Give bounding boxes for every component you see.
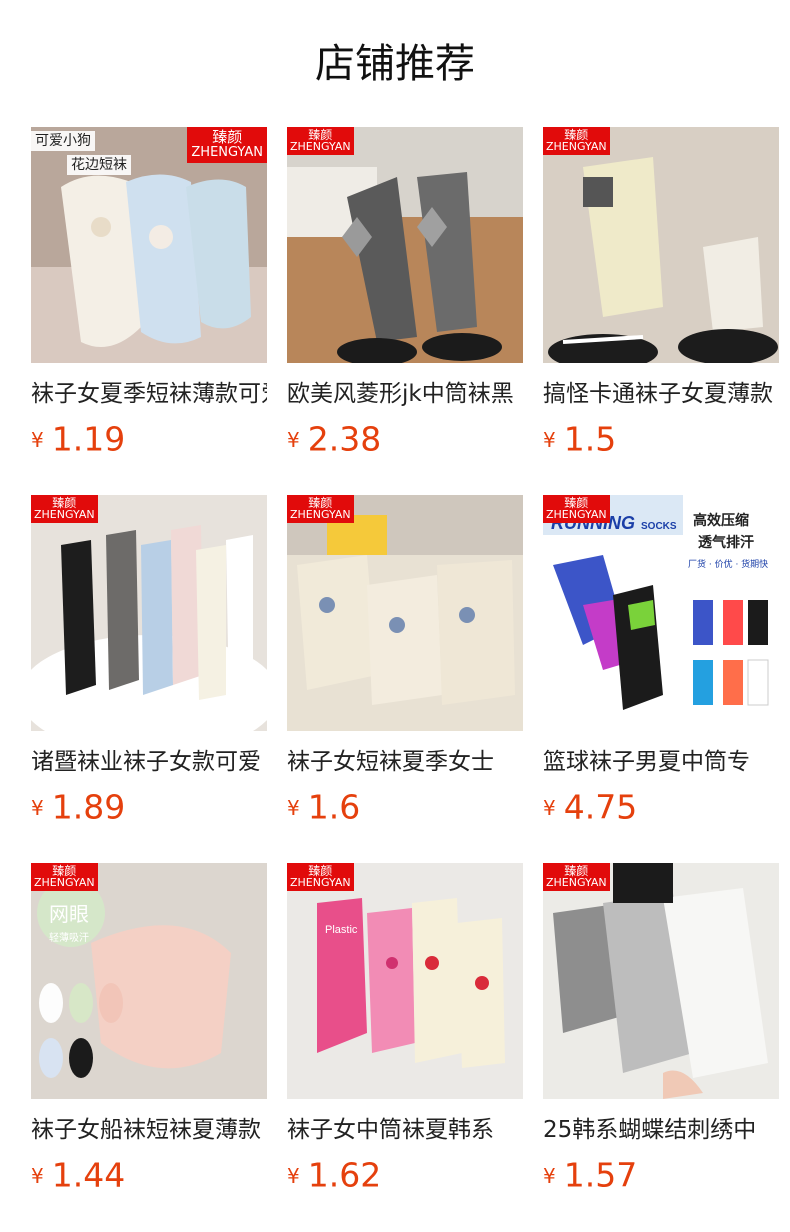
currency-symbol: ¥ (287, 795, 300, 820)
mesh-sub-text: 轻薄吸汗 (49, 931, 89, 944)
product-title[interactable]: 25韩系蝴蝶结刺绣中 (543, 1115, 779, 1145)
product-image[interactable]: 臻颜 ZHENGYAN (287, 127, 523, 363)
currency-symbol: ¥ (287, 427, 300, 452)
product-image[interactable]: 臻颜 ZHENGYAN (31, 495, 267, 731)
product-price: ¥2.38 (287, 419, 382, 459)
currency-symbol: ¥ (287, 1163, 300, 1188)
currency-symbol: ¥ (543, 1163, 556, 1188)
page-title: 店铺推荐 (315, 41, 475, 87)
currency-symbol: ¥ (543, 427, 556, 452)
product-title[interactable]: 袜子女夏季短袜薄款可爱 (31, 379, 267, 409)
currency-symbol: ¥ (31, 795, 44, 820)
product-title[interactable]: 袜子女短袜夏季女士 (287, 747, 523, 777)
product-title[interactable]: 欧美风菱形jk中筒袜黑 (287, 379, 523, 409)
product-image[interactable]: Plastic 臻颜 ZHENGYAN (287, 863, 523, 1099)
product-price: ¥1.57 (543, 1155, 638, 1195)
product-image[interactable]: 臻颜 ZHENGYAN (543, 127, 779, 363)
product-price: ¥1.89 (31, 787, 126, 827)
product-card[interactable]: RUNNING SOCKS 高效压缩 透气排汗 厂货 · 价优 · 货期快 臻颜… (543, 495, 779, 827)
brand-badge: 臻颜 ZHENGYAN (543, 863, 610, 891)
brand-badge: 臻颜 ZHENGYAN (287, 495, 354, 523)
product-card[interactable]: 臻颜 ZHENGYAN 欧美风菱形jk中筒袜黑 ¥2.38 (287, 127, 523, 459)
product-title[interactable]: 搞怪卡通袜子女夏薄款 (543, 379, 779, 409)
compress-text: 高效压缩 (693, 512, 749, 529)
product-card[interactable]: 臻颜 ZHENGYAN 袜子女短袜夏季女士 ¥1.6 (287, 495, 523, 827)
currency-symbol: ¥ (31, 1163, 44, 1188)
product-card[interactable]: Plastic 臻颜 ZHENGYAN 袜子女中筒袜夏韩系 ¥1.62 (287, 863, 523, 1195)
product-card[interactable]: 臻颜 ZHENGYAN 25韩系蝴蝶结刺绣中 ¥1.57 (543, 863, 779, 1195)
product-card[interactable]: 臻颜 ZHENGYAN 搞怪卡通袜子女夏薄款 ¥1.5 (543, 127, 779, 459)
brand-badge: 臻颜 ZHENGYAN (31, 863, 98, 891)
product-price: ¥1.62 (287, 1155, 382, 1195)
brand-badge: 臻颜 ZHENGYAN (543, 495, 610, 523)
brand-badge: 臻颜 ZHENGYAN (31, 495, 98, 523)
currency-symbol: ¥ (543, 795, 556, 820)
product-image[interactable]: 臻颜 ZHENGYAN (543, 863, 779, 1099)
product-card[interactable]: 可爱小狗 花边短袜 臻颜 ZHENGYAN 袜子女夏季短袜薄款可爱 ¥1.19 (31, 127, 267, 459)
brand-badge: 臻颜 ZHENGYAN (287, 127, 354, 155)
mesh-text: 网眼 (49, 902, 89, 926)
brand-badge: 臻颜 ZHENGYAN (287, 863, 354, 891)
features-text: 厂货 · 价优 · 货期快 (688, 558, 768, 570)
product-image[interactable]: 可爱小狗 花边短袜 臻颜 ZHENGYAN (31, 127, 267, 363)
brand-badge: 臻颜 ZHENGYAN (187, 127, 267, 163)
socks-text: SOCKS (641, 521, 677, 532)
product-card[interactable]: 网眼 轻薄吸汗 臻颜 ZHENGYAN 袜子女船袜短袜夏薄款 ¥1.44 (31, 863, 267, 1195)
image-caption: 花边短袜 (67, 155, 131, 175)
currency-symbol: ¥ (31, 427, 44, 452)
product-title[interactable]: 袜子女船袜短袜夏薄款 (31, 1115, 267, 1145)
product-price: ¥1.19 (31, 419, 126, 459)
product-price: ¥1.5 (543, 419, 617, 459)
product-title[interactable]: 诸暨袜业袜子女款可爱 (31, 747, 267, 777)
image-caption: 可爱小狗 (31, 131, 95, 151)
product-image[interactable]: RUNNING SOCKS 高效压缩 透气排汗 厂货 · 价优 · 货期快 臻颜… (543, 495, 779, 731)
product-image[interactable]: 臻颜 ZHENGYAN (287, 495, 523, 731)
product-price: ¥1.44 (31, 1155, 126, 1195)
product-price: ¥4.75 (543, 787, 638, 827)
product-title[interactable]: 袜子女中筒袜夏韩系 (287, 1115, 523, 1145)
product-card[interactable]: 臻颜 ZHENGYAN 诸暨袜业袜子女款可爱 ¥1.89 (31, 495, 267, 827)
plastic-text: Plastic (325, 924, 358, 936)
brand-badge: 臻颜 ZHENGYAN (543, 127, 610, 155)
breath-text: 透气排汗 (698, 534, 754, 551)
product-title[interactable]: 篮球袜子男夏中筒专 (543, 747, 779, 777)
product-image[interactable]: 网眼 轻薄吸汗 臻颜 ZHENGYAN (31, 863, 267, 1099)
product-price: ¥1.6 (287, 787, 361, 827)
